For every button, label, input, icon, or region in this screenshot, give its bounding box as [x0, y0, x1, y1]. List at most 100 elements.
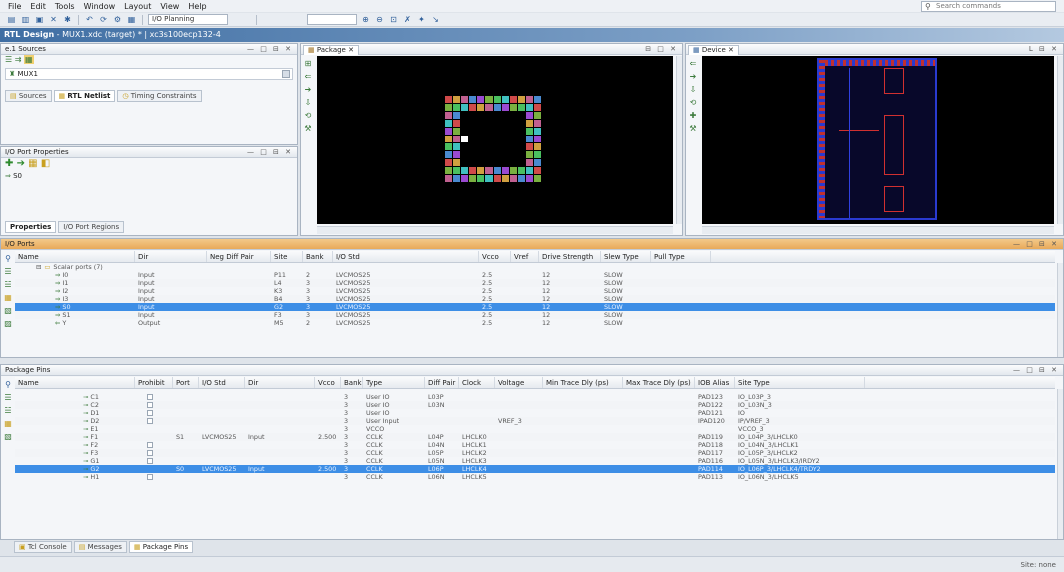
table-row[interactable]: ⇒ S1 Input F3 3 LVCMOS25 2.5 12 SLOW	[15, 311, 1055, 319]
package-pin-cell[interactable]	[493, 143, 501, 151]
expand-toggle-icon[interactable]: ⊟	[33, 263, 41, 271]
package-pin-cell[interactable]	[469, 111, 477, 119]
tab-tcl-console[interactable]: ▣ Tcl Console	[14, 541, 72, 553]
column-header-dir[interactable]: Dir	[245, 377, 315, 388]
zoom-in-icon[interactable]: ⊞	[305, 59, 312, 68]
package-pin-cell[interactable]	[445, 151, 453, 159]
close-icon[interactable]: ✕	[48, 14, 59, 25]
package-pin-cell[interactable]	[477, 127, 485, 135]
package-pin-cell[interactable]	[517, 151, 525, 159]
menu-item-window[interactable]: Window	[84, 2, 116, 11]
fit-icon[interactable]: ➔	[305, 85, 312, 94]
search-icon[interactable]: ⚲	[5, 380, 11, 389]
column-header-site-type[interactable]: Site Type	[735, 377, 865, 388]
device-canvas[interactable]	[702, 56, 1054, 224]
tree-item-mux1[interactable]: MUX1	[18, 70, 38, 78]
package-pin-cell[interactable]	[501, 167, 509, 175]
package-pin-cell[interactable]	[525, 143, 533, 151]
package-pin-cell[interactable]	[445, 111, 453, 119]
prohibit-checkbox[interactable]	[147, 418, 153, 424]
tab-package-pins[interactable]: ▦ Package Pins	[128, 541, 194, 553]
menu-item-edit[interactable]: Edit	[30, 2, 46, 11]
package-hscroll[interactable]	[317, 226, 673, 234]
package-pin-cell[interactable]	[477, 143, 485, 151]
package-pin-cell[interactable]	[453, 119, 461, 127]
package-pin-cell[interactable]	[485, 103, 493, 111]
package-vscroll[interactable]	[676, 56, 682, 224]
package-pin-cell[interactable]	[461, 167, 469, 175]
package-pin-cell[interactable]	[453, 159, 461, 167]
package-pin-cell[interactable]	[477, 175, 485, 182]
zoom-fit-icon[interactable]: ⊡	[388, 14, 399, 25]
package-pin-cell[interactable]	[501, 175, 509, 182]
package-pin-cell[interactable]	[461, 151, 469, 159]
column-header-diff-pair[interactable]: Diff Pair	[425, 377, 459, 388]
package-pin-cell[interactable]	[485, 96, 493, 103]
io-ports-group-row[interactable]: ⊟ ▭ Scalar ports (7)	[15, 263, 1055, 271]
package-pin-cell[interactable]	[469, 159, 477, 167]
package-pin-cell[interactable]	[485, 127, 493, 135]
tab-timing-constraints[interactable]: ◷ Timing Constraints	[117, 90, 202, 102]
package-pin-cell[interactable]	[501, 96, 509, 103]
package-pin-cell[interactable]	[445, 159, 453, 167]
package-pin-cell[interactable]	[517, 111, 525, 119]
package-pin-cell[interactable]	[517, 167, 525, 175]
filter-icon[interactable]: ▧	[4, 432, 12, 441]
package-pin-cell[interactable]	[525, 127, 533, 135]
zoom-out-icon[interactable]: ➔	[690, 72, 697, 81]
column-header-iob-alias[interactable]: IOB Alias	[695, 377, 735, 388]
column-header-max-trace-dly-ps-[interactable]: Max Trace Dly (ps)	[623, 377, 695, 388]
tab-i-o-port-regions[interactable]: I/O Port Regions	[58, 221, 125, 233]
column-header-port[interactable]: Port	[173, 377, 199, 388]
column-header-voltage[interactable]: Voltage	[495, 377, 543, 388]
package-pin-cell[interactable]	[509, 175, 517, 182]
package-pin-cell[interactable]	[453, 143, 461, 151]
column-header-vcco[interactable]: Vcco	[315, 377, 341, 388]
undo-icon[interactable]: ↶	[84, 14, 95, 25]
package-pin-cell[interactable]	[525, 135, 533, 143]
package-pin-cell[interactable]	[485, 151, 493, 159]
table-row[interactable]: ⇒ S0 Input G2 3 LVCMOS25 2.5 12 SLOW	[15, 303, 1055, 311]
place-icon[interactable]: ▨	[4, 319, 12, 328]
column-header-vref[interactable]: Vref	[511, 251, 539, 262]
collapse-icon[interactable]: ☰	[4, 393, 11, 402]
column-header-bank[interactable]: Bank	[341, 377, 363, 388]
column-header-prohibit[interactable]: Prohibit	[135, 377, 173, 388]
expand-all-icon[interactable]: ⇉	[15, 55, 22, 64]
package-pin-cell[interactable]	[493, 119, 501, 127]
panel-window-controls[interactable]: — □ ⊟ ✕	[247, 44, 293, 55]
prohibit-checkbox[interactable]	[147, 474, 153, 480]
table-row[interactable]: ⇒ I2 Input K3 3 LVCMOS25 2.5 12 SLOW	[15, 287, 1055, 295]
package-pin-cell[interactable]	[509, 159, 517, 167]
table-row[interactable]: ⊸ F2 3 CCLK L04N LHCLK1 PAD118 IO_L04N_3/LHCLK…	[15, 441, 1055, 449]
column-header-slew-type[interactable]: Slew Type	[601, 251, 651, 262]
column-header-pull-type[interactable]: Pull Type	[651, 251, 711, 262]
package-pin-cell[interactable]	[509, 143, 517, 151]
menu-item-layout[interactable]: Layout	[124, 2, 151, 11]
device-hscroll[interactable]	[702, 226, 1054, 234]
package-pin-cell[interactable]	[509, 119, 517, 127]
package-pin-cell[interactable]	[469, 96, 477, 103]
package-pin-cell[interactable]	[525, 167, 533, 175]
package-pin-cell[interactable]	[453, 135, 461, 143]
package-pin-cell[interactable]	[525, 119, 533, 127]
back-arrow-icon[interactable]: ✚	[5, 158, 13, 169]
panel-window-controls[interactable]: — □ ⊟ ✕	[1013, 239, 1059, 250]
package-pins-vscroll[interactable]	[1057, 389, 1063, 539]
package-pin-cell[interactable]	[501, 135, 509, 143]
table-row[interactable]: ⊸ H1 3 CCLK L06N LHCLK5 PAD113 IO_L06N_3/LHCLK…	[15, 473, 1055, 481]
package-pin-cell[interactable]	[477, 151, 485, 159]
forward-arrow-icon[interactable]: ➔	[17, 158, 25, 169]
search-icon[interactable]: ⚲	[5, 254, 11, 263]
package-pin-cell[interactable]	[477, 103, 485, 111]
tab-messages[interactable]: ▤ Messages	[73, 541, 127, 553]
package-pin-cell[interactable]	[461, 111, 469, 119]
package-pin-cell[interactable]	[525, 103, 533, 111]
panel-window-controls[interactable]: L ⊟ ✕	[1029, 44, 1059, 55]
new-project-icon[interactable]: ▤	[6, 14, 17, 25]
package-pin-cell[interactable]	[493, 167, 501, 175]
table-row[interactable]: ⇒ I0 Input P11 2 LVCMOS25 2.5 12 SLOW	[15, 271, 1055, 279]
package-pin-cell[interactable]	[493, 111, 501, 119]
package-pin-cell[interactable]	[445, 167, 453, 175]
compile-icon[interactable]: ⚙	[112, 14, 123, 25]
